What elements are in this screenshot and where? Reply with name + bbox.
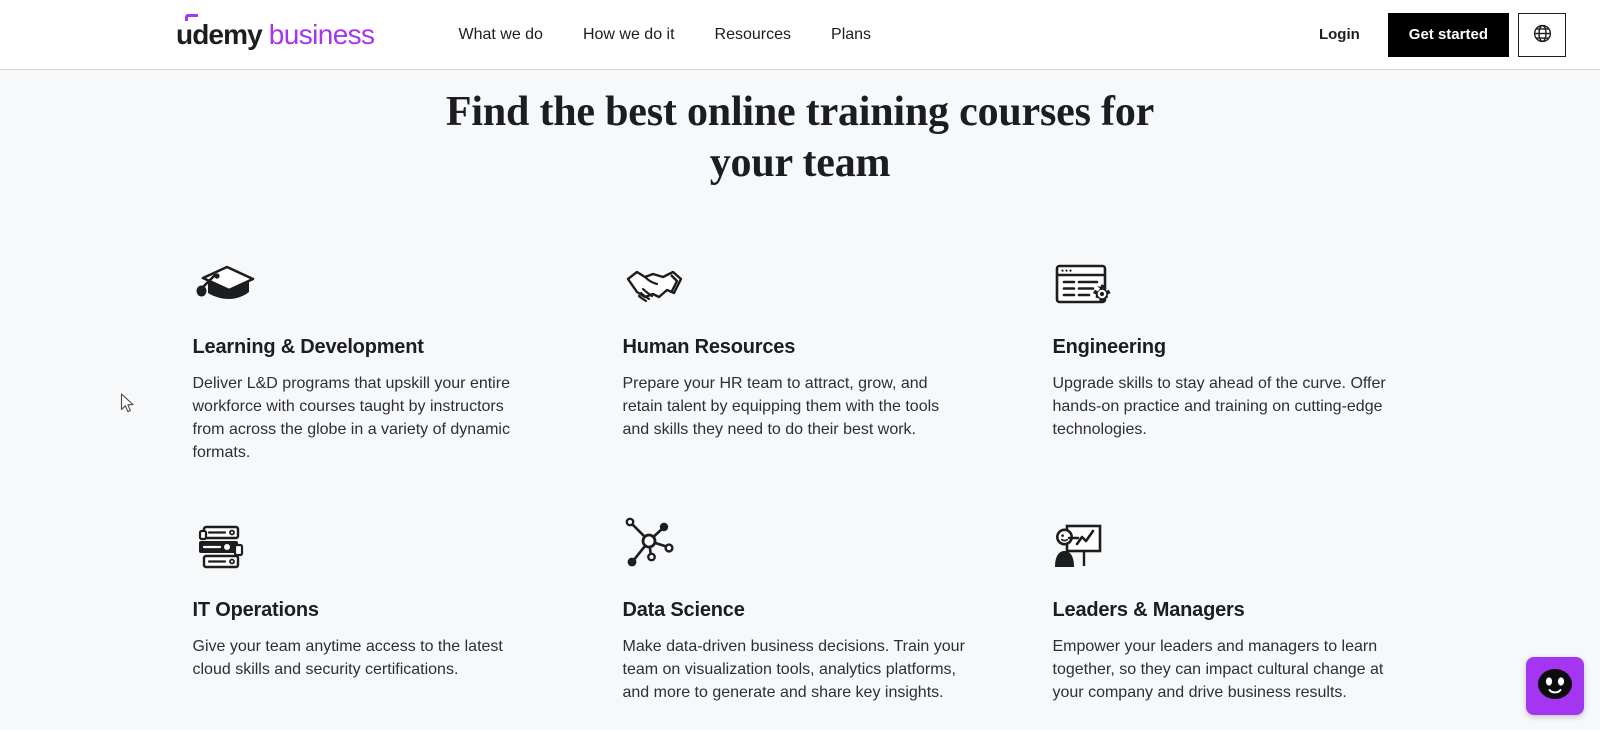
- chat-widget-button[interactable]: [1526, 657, 1584, 715]
- card-description: Prepare your HR team to attract, grow, a…: [622, 375, 940, 438]
- card-title: Human Resources: [622, 336, 796, 359]
- logo-udemy-text: udemy: [176, 18, 263, 50]
- category-card-human-resources[interactable]: Human Resources Prepare your HR team to …: [623, 241, 1053, 464]
- page-title: Find the best online training courses fo…: [445, 89, 1155, 187]
- card-title: IT Operations: [192, 599, 320, 622]
- card-description: Upgrade skills to stay ahead of the curv…: [1052, 375, 1386, 438]
- graduation-cap-icon: [193, 241, 585, 309]
- category-card-engineering[interactable]: Engineering Upgrade skills to stay ahead…: [1053, 241, 1483, 464]
- card-title: Engineering: [1052, 336, 1167, 359]
- card-description: Make data-driven business decisions. Tra…: [622, 638, 965, 701]
- category-card-data-science[interactable]: Data Science Make data-driven business d…: [623, 504, 1053, 704]
- nav-item-how-we-do-it[interactable]: How we do it: [583, 26, 675, 44]
- presenter-chart-icon: [1053, 504, 1445, 572]
- main-content: Find the best online training courses fo…: [0, 87, 1600, 705]
- login-link[interactable]: Login: [1319, 26, 1360, 43]
- category-card-it-operations[interactable]: IT Operations Give your team anytime acc…: [193, 504, 623, 704]
- category-grid-row-1: Learning & Development Deliver L&D progr…: [188, 241, 1413, 464]
- nav-item-plans[interactable]: Plans: [831, 26, 871, 44]
- card-title: Leaders & Managers: [1052, 599, 1245, 622]
- logo-business-text: business: [268, 18, 375, 50]
- category-grid-row-2: IT Operations Give your team anytime acc…: [188, 504, 1413, 704]
- network-nodes-icon: [623, 504, 1015, 572]
- main-navigation: What we do How we do it Resources Plans: [458, 26, 871, 44]
- language-selector-button[interactable]: [1518, 12, 1566, 57]
- card-title: Data Science: [622, 599, 745, 622]
- browser-gear-icon: [1053, 241, 1445, 309]
- card-description: Deliver L&D programs that upskill your e…: [192, 375, 510, 461]
- card-description: Empower your leaders and managers to lea…: [1052, 638, 1384, 701]
- nav-item-resources[interactable]: Resources: [715, 26, 791, 44]
- get-started-button[interactable]: Get started: [1387, 12, 1509, 57]
- card-description: Give your team anytime access to the lat…: [192, 638, 503, 679]
- card-title: Learning & Development: [192, 336, 424, 359]
- handshake-icon: [623, 241, 1015, 309]
- header-actions: Login Get started: [1319, 12, 1566, 57]
- chat-bot-face-icon: [1534, 665, 1576, 708]
- site-header: udemy business What we do How we do it R…: [0, 0, 1600, 70]
- nav-item-what-we-do[interactable]: What we do: [458, 26, 542, 44]
- udemy-business-logo[interactable]: udemy business: [176, 18, 375, 50]
- category-card-learning-development[interactable]: Learning & Development Deliver L&D progr…: [193, 241, 623, 464]
- globe-icon: [1532, 23, 1553, 47]
- server-rack-icon: [193, 504, 585, 572]
- category-card-leaders-managers[interactable]: Leaders & Managers Empower your leaders …: [1053, 504, 1483, 704]
